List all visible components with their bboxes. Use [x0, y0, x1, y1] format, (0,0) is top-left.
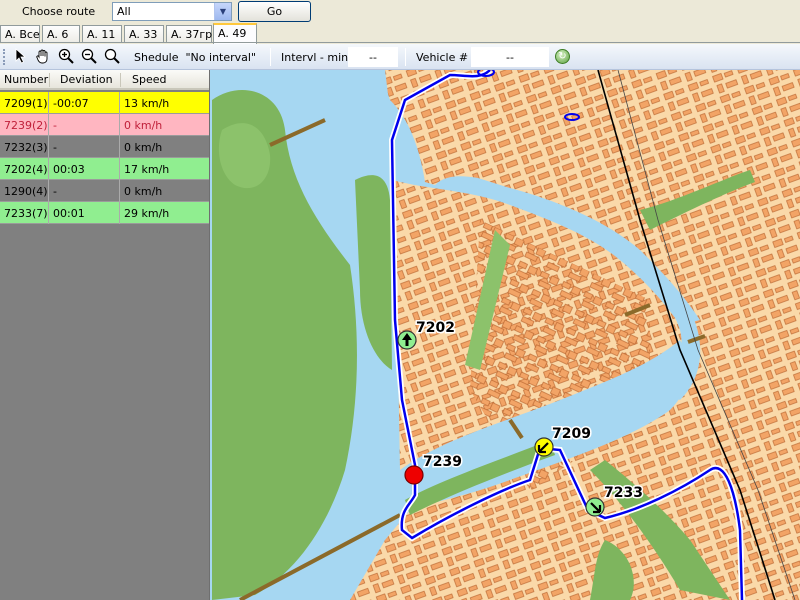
vehicle-deviation: - — [53, 141, 57, 154]
vehicle-speed: 0 km/h — [124, 119, 163, 132]
top-bar: Choose route All ▼ Go — [0, 0, 800, 24]
vehicle-row[interactable]: 1290(4) - 0 km/h — [0, 180, 209, 202]
vehicle-deviation: - — [53, 119, 57, 132]
vehicle-number: 1290(4) — [4, 185, 48, 198]
vehicle-speed: 29 km/h — [124, 207, 170, 220]
tab-route-49[interactable]: A. 49 — [213, 23, 257, 44]
vehicle-number: 7239(2) — [4, 119, 48, 132]
vehicle-speed: 13 km/h — [124, 97, 170, 110]
column-header-speed[interactable]: Speed — [132, 73, 166, 86]
vehicle-deviation: -00:07 — [53, 97, 89, 110]
tab-route-33[interactable]: A. 33 — [124, 25, 164, 43]
cell-divider — [48, 180, 49, 202]
vehicle-label-7209: 7209 — [552, 426, 591, 442]
vehicle-label-7239: 7239 — [423, 454, 462, 470]
tab-route-all[interactable]: A. Все — [0, 25, 40, 43]
cell-divider — [119, 202, 120, 224]
vehicle-number: 7209(1) — [4, 97, 48, 110]
column-divider[interactable] — [49, 73, 50, 87]
route-select-value: All — [117, 5, 131, 18]
choose-route-label: Choose route — [22, 5, 96, 18]
cell-divider — [48, 158, 49, 180]
route-select[interactable]: All ▼ — [112, 2, 232, 21]
vehicle-grid-header: Number Deviation Speed — [0, 70, 209, 90]
pointer-icon[interactable] — [12, 48, 30, 66]
cell-divider — [48, 202, 49, 224]
toolbar-separator — [270, 48, 271, 66]
refresh-icon[interactable]: ↻ — [555, 49, 570, 64]
vehicle-row[interactable]: 7239(2) - 0 km/h — [0, 114, 209, 136]
map-toolbar: Shedule "No interval" Intervl - min -- V… — [0, 44, 800, 70]
column-divider[interactable] — [120, 73, 121, 87]
toolbar-grip[interactable] — [3, 49, 6, 65]
cell-divider — [119, 180, 120, 202]
cell-divider — [119, 114, 120, 136]
interval-field[interactable]: -- — [348, 47, 398, 67]
zoom-in-icon[interactable] — [57, 48, 75, 66]
vehicle-deviation: - — [53, 185, 57, 198]
schedule-label: Shedule "No interval" — [134, 51, 257, 64]
cell-divider — [48, 92, 49, 114]
vehicle-label: Vehicle # — [416, 51, 469, 64]
vehicle-row[interactable]: 7233(7) 00:01 29 km/h — [0, 202, 209, 224]
tab-route-37gr[interactable]: A. 37гр — [166, 25, 212, 43]
tab-route-11[interactable]: A. 11 — [82, 25, 122, 43]
zoom-fit-icon[interactable] — [103, 48, 121, 66]
zoom-out-icon[interactable] — [80, 48, 98, 66]
vehicle-label-7202: 7202 — [416, 320, 455, 336]
vehicle-speed: 0 km/h — [124, 185, 163, 198]
tab-divider — [0, 42, 800, 43]
tab-route-6[interactable]: A. 6 — [42, 25, 80, 43]
toolbar-separator — [405, 48, 406, 66]
vehicle-deviation: 00:01 — [53, 207, 85, 220]
map-view[interactable]: 7202 7209 7239 7233 — [210, 70, 800, 600]
vehicle-speed: 17 km/h — [124, 163, 170, 176]
cell-divider — [119, 136, 120, 158]
vehicle-list-panel: Number Deviation Speed 7209(1) -00:07 13… — [0, 70, 210, 600]
cell-divider — [119, 92, 120, 114]
go-button[interactable]: Go — [238, 1, 311, 22]
vehicle-row[interactable]: 7232(3) - 0 km/h — [0, 136, 209, 158]
vehicle-number: 7202(4) — [4, 163, 48, 176]
cell-divider — [48, 136, 49, 158]
vehicle-number: 7233(7) — [4, 207, 48, 220]
pan-hand-icon[interactable] — [34, 48, 52, 66]
cell-divider — [48, 114, 49, 136]
cell-divider — [119, 158, 120, 180]
vehicle-label-7233: 7233 — [604, 485, 643, 501]
vehicle-deviation: 00:03 — [53, 163, 85, 176]
vehicle-row[interactable]: 7209(1) -00:07 13 km/h — [0, 92, 209, 114]
chevron-down-icon[interactable]: ▼ — [214, 3, 231, 20]
vehicle-field[interactable]: -- — [471, 47, 549, 67]
vehicle-row[interactable]: 7202(4) 00:03 17 km/h — [0, 158, 209, 180]
interval-label: Intervl - min — [281, 51, 349, 64]
column-header-deviation[interactable]: Deviation — [60, 73, 113, 86]
vehicle-speed: 0 km/h — [124, 141, 163, 154]
vehicle-number: 7232(3) — [4, 141, 48, 154]
column-header-number[interactable]: Number — [4, 73, 48, 86]
